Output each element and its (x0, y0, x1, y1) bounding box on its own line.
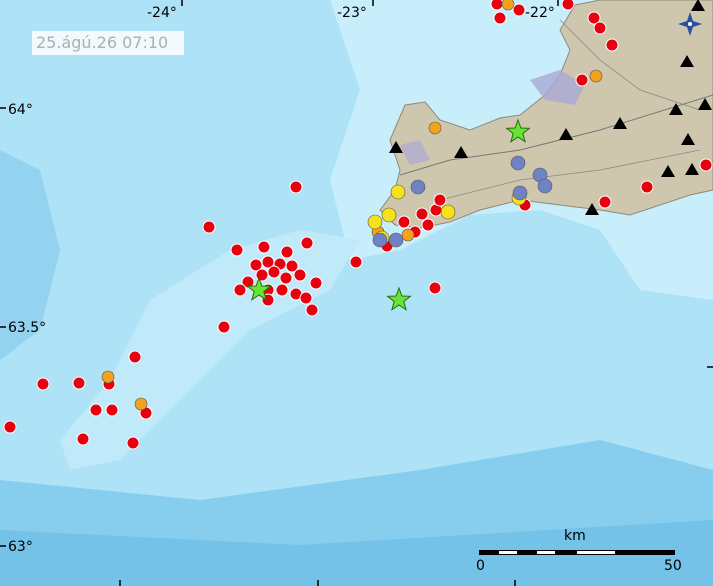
longitude-label-24: -24° (147, 5, 177, 21)
scale-max: 50 (664, 558, 682, 574)
earthquake-marker (202, 220, 216, 234)
earthquake-marker (217, 320, 231, 334)
earthquake-marker (101, 370, 115, 384)
earthquake-marker (440, 204, 456, 220)
earthquake-marker (428, 121, 442, 135)
earthquake-marker (134, 397, 148, 411)
earthquake-marker (255, 268, 269, 282)
earthquake-marker (233, 283, 247, 297)
earthquake-marker (89, 403, 103, 417)
longitude-label-23: -23° (337, 5, 367, 21)
earthquake-marker (512, 185, 528, 201)
earthquake-marker (289, 180, 303, 194)
earthquake-marker (230, 243, 244, 257)
earthquake-marker (493, 11, 507, 25)
earthquake-marker (699, 158, 713, 172)
earthquake-marker (390, 184, 406, 200)
earthquake-marker (593, 21, 607, 35)
earthquake-marker (401, 228, 415, 242)
earthquake-marker (415, 207, 429, 221)
earthquake-marker (3, 420, 17, 434)
earthquake-marker (589, 69, 603, 83)
earthquake-map[interactable]: 25.ágú.26 07:10 -24° -23° -22° 64° 63.5°… (0, 0, 713, 586)
earthquake-marker (421, 218, 435, 232)
earthquake-marker (428, 281, 442, 295)
earthquake-marker (72, 376, 86, 390)
earthquake-marker (537, 178, 553, 194)
earthquake-marker (128, 350, 142, 364)
earthquake-marker (490, 0, 504, 11)
longitude-label-22: -22° (525, 5, 555, 21)
earthquake-marker (349, 255, 363, 269)
earthquake-marker (640, 180, 654, 194)
earthquake-marker (598, 195, 612, 209)
earthquake-marker (410, 179, 426, 195)
earthquake-marker (397, 215, 411, 229)
earthquake-marker (76, 432, 90, 446)
scale-unit: km (564, 528, 586, 544)
earthquake-marker (293, 268, 307, 282)
earthquake-marker (126, 436, 140, 450)
earthquake-marker (575, 73, 589, 87)
scale-min: 0 (476, 558, 485, 574)
earthquake-marker (267, 265, 281, 279)
earthquake-marker (275, 283, 289, 297)
earthquake-marker (36, 377, 50, 391)
earthquake-marker (561, 0, 575, 11)
earthquake-marker (280, 245, 294, 259)
earthquake-marker (309, 276, 323, 290)
latitude-label-64: 64° (8, 102, 33, 118)
earthquake-marker (372, 232, 388, 248)
map-timestamp: 25.ágú.26 07:10 (32, 31, 184, 55)
latitude-label-63: 63° (8, 539, 33, 555)
earthquake-marker (388, 232, 404, 248)
earthquake-marker (300, 236, 314, 250)
earthquake-marker (105, 403, 119, 417)
latitude-label-63-5: 63.5° (8, 320, 47, 336)
earthquake-marker (381, 207, 397, 223)
earthquake-marker (367, 214, 383, 230)
earthquake-marker (501, 0, 515, 11)
earthquake-marker (512, 3, 526, 17)
scale-bar-line (479, 550, 675, 555)
scale-bar: km 0 50 (476, 526, 682, 576)
earthquake-marker (510, 155, 526, 171)
map-canvas (0, 0, 713, 586)
earthquake-marker (433, 193, 447, 207)
earthquake-marker (605, 38, 619, 52)
earthquake-marker (257, 240, 271, 254)
earthquake-marker (299, 291, 313, 305)
earthquake-marker (279, 271, 293, 285)
earthquake-marker (305, 303, 319, 317)
